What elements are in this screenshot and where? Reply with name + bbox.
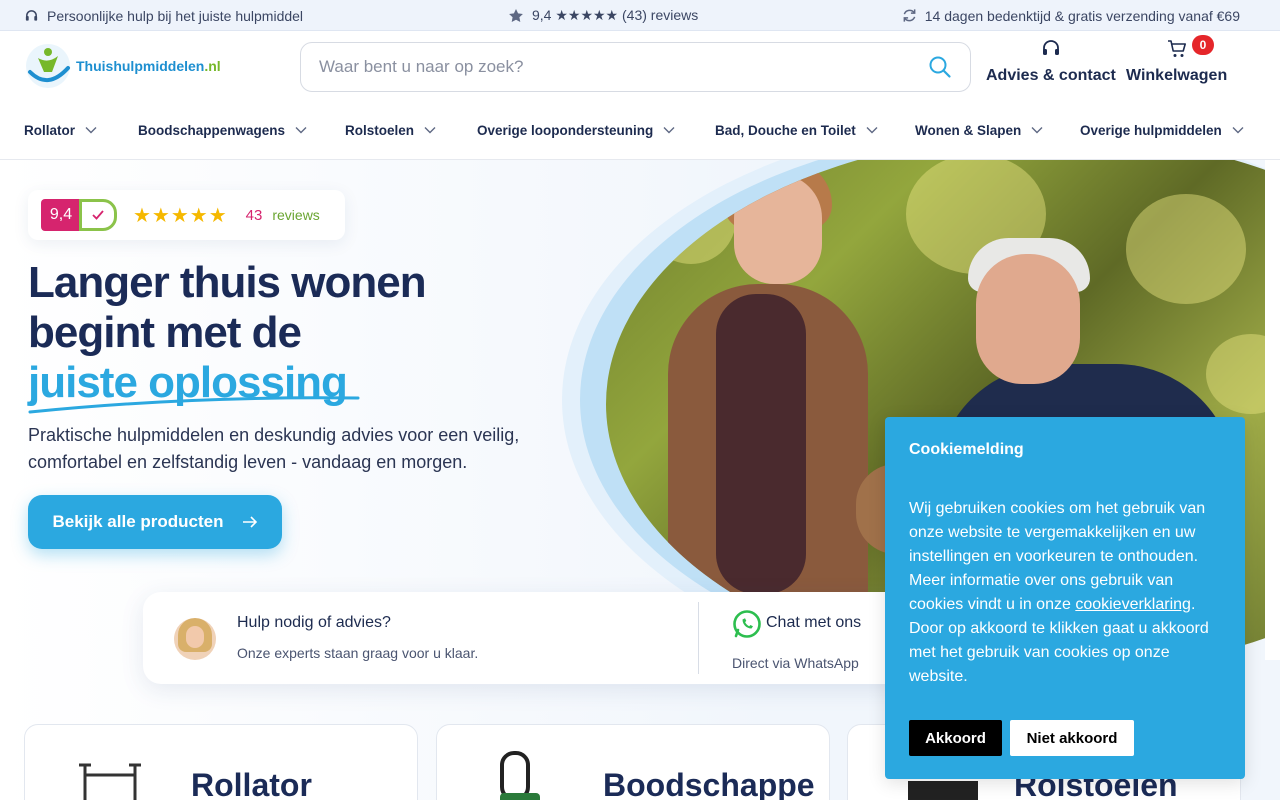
nav-item-rollator[interactable]: Rollator	[24, 101, 97, 159]
shipping-info-text: 14 dagen bedenktijd & gratis verzending …	[924, 7, 1240, 24]
rating-info-text: 9,4 ★★★★★ (43) reviews	[532, 7, 699, 23]
help-card: Hulp nodig of advies? Onze experts staan…	[143, 592, 923, 684]
category-title: Boodschappe	[603, 767, 815, 800]
chat-whatsapp-sub: Direct via WhatsApp	[732, 655, 859, 671]
chat-with-us-link[interactable]: Chat met ons	[766, 614, 861, 632]
cookie-policy-link[interactable]: cookieverklaring	[1075, 596, 1191, 613]
rating-score-badge: 9,4	[41, 199, 117, 231]
photo-bokeh	[646, 174, 736, 264]
rating-card[interactable]: 9,4 ★★★★★ 43 reviews	[28, 190, 345, 240]
category-card-boodschappenwagens[interactable]: Boodschappe	[436, 724, 830, 800]
hero-headline-line2: begint met de	[28, 308, 302, 357]
help-title: Hulp nodig of advies?	[237, 614, 391, 631]
shopping-trolley-image	[500, 751, 540, 800]
nav-item-overige-hulpmiddelen[interactable]: Overige hulpmiddelen	[1080, 101, 1244, 159]
nav-item-overige-loopondersteuning[interactable]: Overige loopondersteuning	[477, 101, 675, 159]
help-subtitle: Onze experts staan graag voor u klaar.	[237, 645, 479, 661]
whatsapp-icon[interactable]	[732, 609, 762, 639]
hero-subtext: Praktische hulpmiddelen en deskundig adv…	[28, 425, 520, 472]
nav-item-label: Overige loopondersteuning	[477, 122, 654, 138]
nav-item-wonen-slapen[interactable]: Wonen & Slapen	[915, 101, 1043, 159]
star-icon	[509, 8, 523, 22]
shipping-info: 14 dagen bedenktijd & gratis verzending …	[902, 0, 1240, 31]
nav-item-label: Rolstoelen	[345, 122, 415, 138]
chevron-down-icon	[866, 127, 878, 134]
help-info: Persoonlijke hulp bij het juiste hulpmid…	[24, 0, 303, 31]
cookie-decline-button[interactable]: Niet akkoord	[1010, 720, 1134, 756]
hero-headline-line1: Langer thuis wonen	[28, 258, 427, 307]
advice-contact-link[interactable]: Advies & contact	[986, 39, 1116, 85]
headset-icon	[25, 10, 38, 21]
main-nav: Rollator Boodschappenwagens Rolstoelen O…	[0, 101, 1280, 160]
nav-item-label: Rollator	[24, 122, 76, 138]
chevron-down-icon	[1232, 127, 1244, 134]
check-icon	[79, 199, 117, 231]
photo-woman-face	[734, 174, 822, 284]
rating-count: 43	[245, 206, 263, 224]
nav-item-label: Overige hulpmiddelen	[1080, 122, 1222, 138]
help-info-text: Persoonlijke hulp bij het juiste hulpmid…	[47, 7, 304, 24]
refresh-icon	[903, 9, 916, 22]
expert-avatar	[174, 618, 216, 660]
search-icon[interactable]	[928, 55, 952, 79]
nav-item-bad-douche-toilet[interactable]: Bad, Douche en Toilet	[715, 101, 878, 159]
logo-text: Thuishulpmiddelen.nl	[76, 58, 221, 74]
arrow-right-icon	[242, 516, 257, 528]
chevron-down-icon	[85, 127, 97, 134]
category-title: Rollator	[191, 767, 312, 800]
rating-word: reviews	[272, 207, 320, 223]
logo-brand: Thuishulpmiddelen	[76, 58, 205, 74]
search-input[interactable]	[319, 57, 928, 77]
logo-mark-icon	[26, 44, 70, 88]
cart-label: Winkelwagen	[1126, 67, 1228, 84]
rollator-image	[79, 763, 141, 800]
site-logo[interactable]: Thuishulpmiddelen.nl	[24, 42, 221, 90]
site-header: Thuishulpmiddelen.nl Advies & contact Wi…	[0, 31, 1280, 101]
wheelchair-image	[908, 781, 978, 800]
cookie-banner: Cookiemelding Wij gebruiken cookies om h…	[885, 417, 1245, 779]
nav-item-boodschappenwagens[interactable]: Boodschappenwagens	[138, 101, 307, 159]
chevron-down-icon	[663, 127, 675, 134]
headset-icon	[1042, 40, 1059, 55]
photo-woman-scarf	[716, 294, 806, 594]
category-card-rollator[interactable]: Rollator	[24, 724, 418, 800]
nav-item-label: Wonen & Slapen	[915, 122, 1022, 138]
help-divider	[698, 602, 699, 674]
rating-stars: ★★★★★	[133, 204, 228, 227]
cart-count-badge: 0	[1192, 35, 1214, 55]
chevron-down-icon	[424, 127, 436, 134]
headline-underline-swoosh	[28, 396, 360, 414]
view-all-products-button[interactable]: Bekijk alle producten	[28, 495, 282, 549]
cookie-accept-button[interactable]: Akkoord	[909, 720, 1002, 756]
cart-icon	[1167, 40, 1186, 57]
search-bar	[300, 42, 971, 92]
chevron-down-icon	[1031, 127, 1043, 134]
photo-man-face	[976, 254, 1080, 384]
advice-contact-label: Advies & contact	[986, 67, 1116, 84]
chevron-down-icon	[295, 127, 307, 134]
photo-bokeh	[1126, 194, 1246, 304]
nav-item-label: Bad, Douche en Toilet	[715, 122, 856, 138]
page-edge-mask	[1265, 160, 1280, 660]
cookie-title: Cookiemelding	[909, 441, 1024, 458]
rating-info[interactable]: 9,4 ★★★★★ (43) reviews	[508, 0, 698, 31]
nav-item-label: Boodschappenwagens	[138, 122, 286, 138]
cookie-buttons: Akkoord Niet akkoord	[909, 720, 1134, 756]
logo-tld: .nl	[204, 58, 221, 74]
nav-item-rolstoelen[interactable]: Rolstoelen	[345, 101, 436, 159]
cta-label: Bekijk alle producten	[52, 512, 224, 531]
rating-score: 9,4	[41, 199, 81, 231]
hero-headline: Langer thuis wonen begint met de juiste …	[28, 258, 568, 408]
top-info-bar: Persoonlijke hulp bij het juiste hulpmid…	[0, 0, 1280, 31]
cookie-text: Wij gebruiken cookies om het gebruik van…	[909, 497, 1221, 689]
